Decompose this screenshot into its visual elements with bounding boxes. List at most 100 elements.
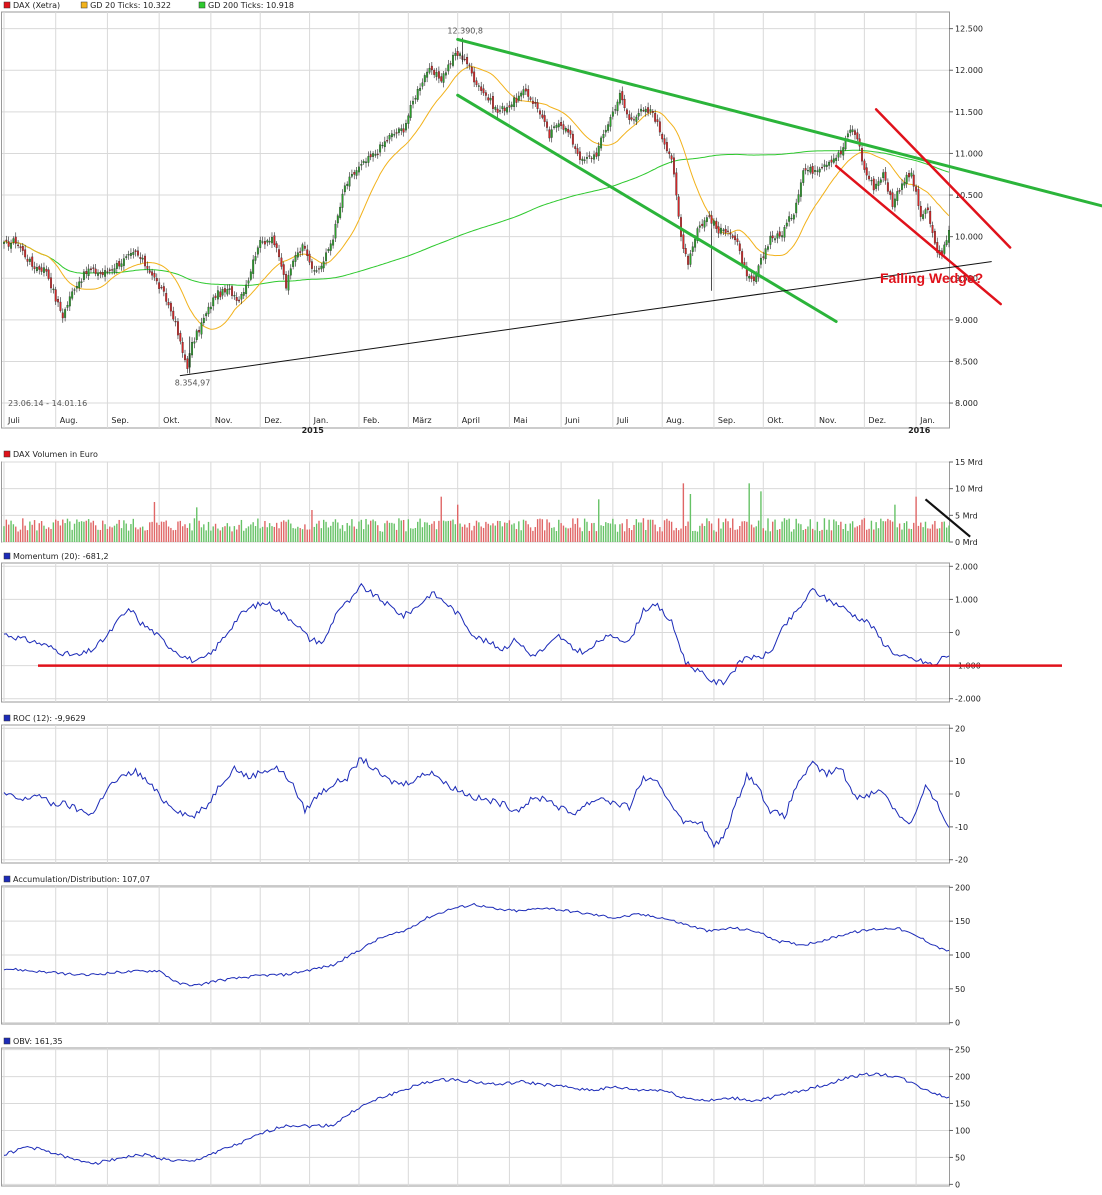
candle — [466, 57, 469, 65]
volume-bar — [931, 524, 934, 542]
y-tick-label: 100 — [955, 951, 970, 960]
candle — [682, 234, 685, 249]
volume-bar — [558, 519, 560, 542]
candle — [47, 269, 50, 279]
volume-bar — [151, 521, 153, 542]
volume-bar — [905, 521, 908, 542]
volume-bar — [847, 530, 849, 542]
candle — [419, 87, 422, 91]
volume-bar — [941, 521, 943, 542]
volume-bar — [480, 526, 482, 542]
volume-bar — [348, 525, 351, 542]
volume-bar — [757, 520, 760, 542]
volume-bar — [555, 531, 558, 542]
volume-bar — [179, 520, 182, 542]
candle — [400, 128, 403, 131]
volume-bar — [781, 521, 783, 542]
candle — [529, 97, 532, 100]
volume-bar — [661, 531, 663, 542]
candle — [783, 227, 786, 238]
volume-bar — [506, 522, 508, 542]
volume-bar — [776, 529, 779, 542]
candle — [28, 258, 31, 262]
candle — [393, 134, 396, 136]
volume-bar — [221, 527, 224, 542]
volume-bar — [790, 531, 793, 542]
candle — [437, 71, 440, 79]
candle — [118, 261, 121, 267]
volume-bar — [85, 520, 87, 542]
volume-bar — [127, 530, 130, 542]
volume-bar — [353, 526, 355, 542]
legend-swatch — [3, 1, 11, 9]
candle — [527, 89, 530, 97]
candle — [167, 302, 170, 306]
candle — [590, 157, 593, 159]
candle — [727, 230, 729, 232]
candle — [807, 170, 809, 172]
candle — [647, 107, 650, 113]
y-tick-label: 0 Mrd — [955, 538, 978, 547]
candle — [691, 246, 694, 252]
volume-bar — [24, 525, 26, 542]
volume-bar — [496, 520, 499, 542]
candle — [842, 147, 845, 156]
legend-swatch — [80, 1, 88, 9]
candle — [249, 271, 252, 280]
candle — [492, 96, 494, 109]
legend-label: Momentum (20): -681,2 — [13, 552, 109, 561]
candle — [379, 144, 382, 153]
volume-bar — [628, 528, 630, 542]
candle — [54, 289, 57, 302]
candle — [322, 261, 325, 269]
volume-bar — [426, 522, 428, 542]
volume-bar — [891, 521, 894, 542]
candle — [61, 312, 64, 319]
candle — [120, 263, 123, 267]
candle — [663, 138, 666, 145]
candle — [602, 134, 605, 139]
y-tick-label: -20 — [955, 856, 968, 865]
volume-bar — [922, 527, 924, 542]
candle — [397, 128, 400, 133]
volume-bar — [174, 529, 177, 542]
volume-bar — [626, 519, 628, 542]
candle — [764, 248, 767, 260]
candle — [148, 270, 151, 273]
volume-bar — [365, 518, 367, 542]
candle — [823, 164, 826, 167]
volume-bar — [153, 502, 156, 542]
volume-bar — [929, 528, 931, 542]
volume-bar — [755, 526, 757, 542]
candle — [395, 132, 398, 134]
volume-bar — [833, 519, 835, 542]
candle — [548, 129, 551, 139]
volume-bar — [927, 528, 929, 542]
panel-4: 20 10 0 -10 -20 ROC (12): -9,9629 — [1, 714, 968, 865]
volume-bar — [447, 520, 449, 542]
candle — [905, 174, 908, 184]
candle — [896, 191, 899, 201]
volume-bar — [130, 524, 132, 542]
candle — [792, 214, 795, 220]
volume-bar — [732, 518, 734, 542]
candle — [802, 170, 805, 183]
volume-bar — [374, 521, 377, 542]
candle — [73, 289, 76, 291]
candle — [308, 253, 311, 263]
volume-bar — [334, 519, 337, 542]
volume-bar — [200, 527, 203, 542]
volume-bar — [771, 521, 774, 542]
volume-bar — [351, 519, 353, 542]
volume-bar — [38, 523, 40, 542]
y-tick-label: 10.000 — [955, 233, 983, 242]
volume-bar — [706, 518, 708, 542]
volume-bar — [828, 519, 830, 542]
volume-bar — [184, 524, 186, 542]
volume-bar — [513, 523, 515, 542]
volume-bar — [92, 520, 95, 542]
candle — [668, 151, 671, 155]
volume-bar — [574, 523, 576, 542]
candle — [593, 154, 595, 160]
volume-bar — [701, 523, 703, 542]
